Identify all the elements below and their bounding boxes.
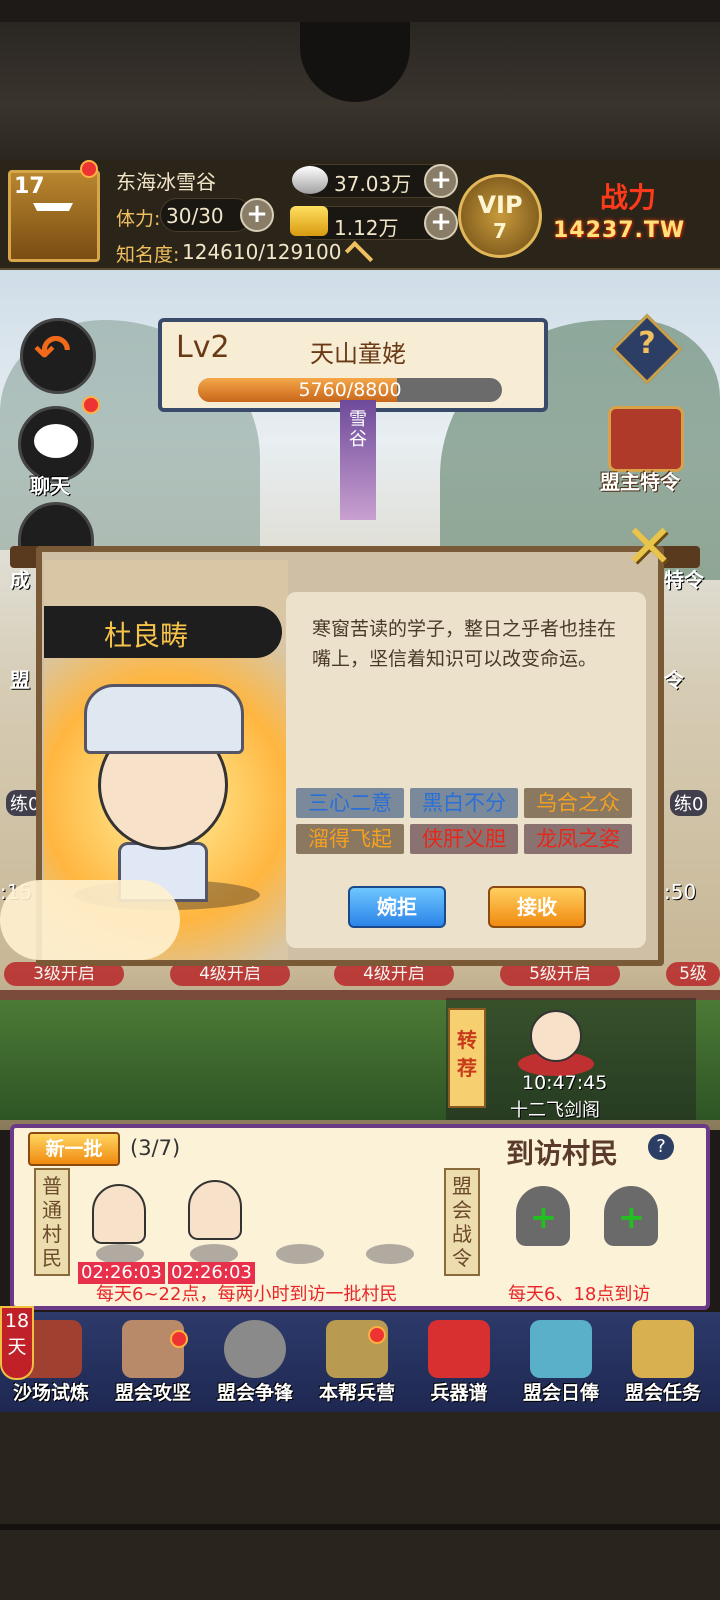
bottom-divider (0, 1524, 720, 1530)
nav-label: 盟会日俸 (522, 1382, 599, 1404)
chat-label: 聊天 (30, 474, 70, 498)
pavilion-icon (33, 203, 73, 239)
recommend-character (530, 1010, 582, 1062)
combat-power-label: 战力 (600, 181, 657, 214)
plus-icon: + (530, 1198, 557, 1236)
vip-label: VIP (477, 191, 523, 219)
common-visit-rule: 每天6~22点，每两小时到访一批村民 (96, 1284, 398, 1305)
plus-icon: + (618, 1198, 645, 1236)
visitor-villager-1[interactable] (92, 1184, 146, 1244)
nav-label: 兵器谱 (430, 1382, 488, 1404)
leader-order-label: 盟主特令 (600, 470, 680, 494)
vip-level: 7 (493, 219, 507, 243)
fame-value: 124610/129100 (182, 240, 342, 264)
silver-amount: 37.03万 (334, 172, 412, 196)
nav-label: 沙场试炼 (12, 1382, 89, 1404)
locked-contest-icon (224, 1320, 286, 1378)
war-visit-rule: 每天6、18点到访 (508, 1284, 651, 1305)
silver-plus-button[interactable]: + (424, 164, 458, 198)
right-partial-label-2: 令 (664, 668, 684, 692)
leader-order-button[interactable] (608, 406, 684, 472)
gold-plus-button[interactable]: + (424, 206, 458, 240)
nav-label: 盟会争锋 (216, 1382, 293, 1404)
nav-weapon-list[interactable]: 兵器谱 (408, 1318, 510, 1410)
stamina-label: 体力: (116, 208, 161, 230)
combat-power-value: 14237.TW (553, 218, 686, 243)
trait-tag-1: 三心二意 (296, 788, 404, 818)
recommend-timer: 10:47:45 (522, 1072, 608, 1094)
edge-time-right: :50 (664, 880, 697, 904)
villager-description: 寒窗苦读的学子，整日之乎者也挂在嘴上，坚信着知识可以改变命运。 (312, 618, 617, 670)
visitor-villager-2[interactable] (188, 1180, 242, 1240)
war-order-label: 盟会战令 (444, 1168, 480, 1276)
unlock-tag-5: 5级 (666, 962, 720, 986)
location-name: 东海冰雪谷 (116, 170, 216, 194)
nav-label: 本帮兵营 (318, 1382, 395, 1404)
stamina-value: 30/30 (166, 204, 224, 228)
game-screen: { "header": { "level": "17", "location":… (0, 0, 720, 1600)
money-tree-icon (530, 1320, 592, 1378)
vip-badge[interactable]: VIP 7 (458, 174, 542, 258)
nav-alliance-siege[interactable]: 盟会攻坚 (102, 1318, 204, 1410)
nav-barracks[interactable]: 本帮兵营 (306, 1318, 408, 1410)
gold-ingot-icon (290, 206, 328, 236)
player-level: 17 (14, 174, 45, 199)
nav-notification-dot (170, 1330, 188, 1348)
nav-daily-stipend[interactable]: 盟会日俸 (510, 1318, 612, 1410)
weapon-book-icon (428, 1320, 490, 1378)
character-hat (84, 684, 244, 754)
horn-icon (632, 1320, 694, 1378)
fame-label: 知名度: (116, 244, 180, 266)
boss-progress-text: 5760/8800 (298, 379, 402, 401)
chat-notification-dot (82, 396, 100, 414)
nav-alliance-contest[interactable]: 盟会争锋 (204, 1318, 306, 1410)
stamina-plus-button[interactable]: + (240, 198, 274, 232)
nav-label: 盟会攻坚 (114, 1382, 191, 1404)
visitor-count: (3/7) (130, 1136, 181, 1160)
question-icon: ? (638, 326, 656, 361)
trait-tag-2: 黑白不分 (410, 788, 518, 818)
boss-level: Lv2 (176, 330, 230, 365)
cloud-decoration (0, 880, 180, 960)
close-icon[interactable]: ✕ (624, 512, 674, 582)
recommend-tag: 转荐 (448, 1008, 486, 1108)
left-partial-label-2: 盟 (10, 668, 30, 692)
boss-name: 天山童姥 (310, 340, 406, 368)
trait-tag-3: 乌合之众 (524, 788, 632, 818)
edge-tag-right: 练0 (670, 790, 708, 816)
nav-alliance-tasks[interactable]: 盟会任务 (612, 1318, 714, 1410)
nav-notification-dot (368, 1326, 386, 1344)
common-villager-label: 普通村民 (34, 1168, 70, 1276)
recommend-name: 十二飞剑阁 (510, 1100, 600, 1121)
trait-tag-6: 龙凤之姿 (524, 824, 632, 854)
days-badge: 18天 (0, 1306, 34, 1380)
left-partial-label-1: 成 (10, 568, 30, 592)
accept-button[interactable]: 接收 (488, 886, 586, 928)
visitor-slot (190, 1244, 238, 1264)
visitor-slot-empty (366, 1244, 414, 1264)
visitors-help-icon[interactable]: ? (648, 1134, 674, 1160)
new-batch-button[interactable]: 新一批 (28, 1132, 120, 1166)
nav-label: 盟会任务 (624, 1382, 701, 1404)
fist-icon (122, 1320, 184, 1378)
pole-label: 雪谷 (349, 409, 367, 450)
silver-icon (292, 166, 328, 194)
back-arrow-icon: ↶ (34, 326, 71, 377)
chat-bubble-icon (34, 424, 78, 458)
visitor-slot-empty (276, 1244, 324, 1264)
bottom-pattern (0, 1412, 720, 1600)
gold-amount: 1.12万 (334, 216, 399, 240)
visitors-title: 到访村民 (506, 1137, 619, 1170)
visitor-slot (96, 1244, 144, 1264)
avatar-notification-dot (80, 160, 98, 178)
trait-tag-4: 溜得飞起 (296, 824, 404, 854)
villager-name: 杜良畴 (104, 619, 189, 652)
trait-tag-5: 侠肝义胆 (410, 824, 518, 854)
reject-button[interactable]: 婉拒 (348, 886, 446, 928)
